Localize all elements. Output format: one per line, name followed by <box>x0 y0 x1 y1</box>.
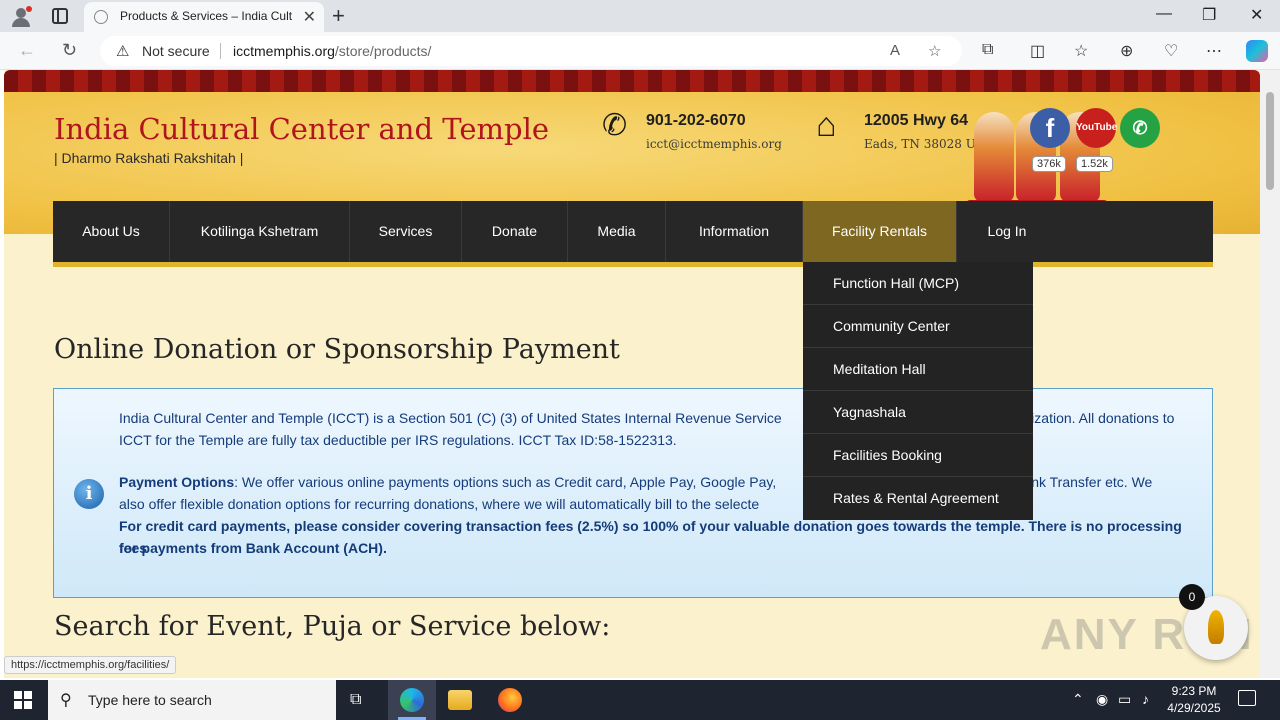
clock[interactable]: 9:23 PM 4/29/2025 <box>1164 683 1224 717</box>
search-icon: ⚲ <box>60 692 72 709</box>
address-line-1: 12005 Hwy 64 <box>864 112 969 129</box>
dropdown-yagnashala[interactable]: Yagnashala <box>803 391 1033 434</box>
page-title: Online Donation or Sponsorship Payment <box>54 334 620 365</box>
site-favicon-icon <box>94 10 108 24</box>
nav-kotilinga-kshetram[interactable]: Kotilinga Kshetram <box>170 201 350 262</box>
nav-log-in[interactable]: Log In <box>957 201 1057 262</box>
search-heading: Search for Event, Puja or Service below: <box>54 611 611 642</box>
tab-close-icon[interactable]: ✕ <box>303 7 316 27</box>
info-line-2: ICCT for the Temple are fully tax deduct… <box>119 432 677 448</box>
windows-taskbar: ⚲ Type here to search ⧉ ⌃ ◉ ▭ ♪ 9:23 PM … <box>0 680 1280 720</box>
payment-options-text: : We offer various online payments optio… <box>234 474 777 490</box>
dropdown-function-hall[interactable]: Function Hall (MCP) <box>803 262 1033 305</box>
favorite-star-icon[interactable]: ☆ <box>928 42 941 60</box>
file-explorer-icon[interactable] <box>448 690 472 710</box>
windows-start-icon[interactable] <box>14 691 32 709</box>
favorites-icon[interactable]: ☆ <box>1074 41 1088 61</box>
browser-tab[interactable]: Products & Services – India Cultu ✕ <box>84 2 324 32</box>
copilot-icon[interactable] <box>1246 40 1268 62</box>
dropdown-facilities-booking[interactable]: Facilities Booking <box>803 434 1033 477</box>
info-line-1: India Cultural Center and Temple (ICCT) … <box>119 407 1199 429</box>
nav-media[interactable]: Media <box>568 201 666 262</box>
info-icon: i <box>74 479 104 509</box>
browser-essentials-icon[interactable]: ♡ <box>1164 41 1178 61</box>
clock-time: 9:23 PM <box>1171 684 1217 698</box>
email-address[interactable]: icct@icctmemphis.org <box>646 137 782 151</box>
address-bar[interactable]: ⚠ Not secure icctmemphis.org/store/produ… <box>100 36 962 66</box>
taskbar-search-box[interactable]: ⚲ Type here to search <box>48 680 336 720</box>
restore-button[interactable]: ❐ <box>1202 5 1216 25</box>
volume-icon[interactable]: ♪ <box>1142 691 1149 707</box>
tab-title: Products & Services – India Cultu <box>120 9 292 23</box>
fee-note-line-2: for payments from Bank Account (ACH). <box>119 540 387 556</box>
payment-options-line: Payment Options: We offer various online… <box>119 471 1199 493</box>
warning-icon[interactable]: ⚠ <box>116 42 129 60</box>
dropdown-community-center[interactable]: Community Center <box>803 305 1033 348</box>
read-aloud-icon[interactable]: A <box>890 42 900 59</box>
facility-rentals-dropdown: Function Hall (MCP) Community Center Med… <box>803 262 1033 520</box>
decorative-top-stripe <box>4 70 1260 92</box>
nav-about-us[interactable]: About Us <box>53 201 170 262</box>
refresh-icon[interactable]: ↻ <box>62 40 77 61</box>
address-toolbar: ← ↻ ⚠ Not secure icctmemphis.org/store/p… <box>0 32 1280 70</box>
info-line-1-text: India Cultural Center and Temple (ICCT) … <box>119 410 782 426</box>
nav-donate[interactable]: Donate <box>462 201 568 262</box>
facebook-count: 376k <box>1032 156 1066 172</box>
browser-tab-bar: Products & Services – India Cultu ✕ + — … <box>0 0 1280 32</box>
site-tagline: | Dharmo Rakshati Rakshitah | <box>54 150 244 166</box>
facebook-icon[interactable]: f <box>1030 108 1070 148</box>
main-nav: About Us Kotilinga Kshetram Services Don… <box>53 201 1213 267</box>
web-page: India Cultural Center and Temple | Dharm… <box>4 70 1260 678</box>
notification-icon[interactable] <box>1238 690 1256 706</box>
firefox-icon[interactable] <box>498 688 522 712</box>
phone-number[interactable]: 901-202-6070 <box>646 112 746 130</box>
payment-options-label: Payment Options <box>119 474 235 490</box>
url-path: /store/products/ <box>334 43 432 59</box>
info-box: i India Cultural Center and Temple (ICCT… <box>53 388 1213 598</box>
payment-options-line-2: also offer flexible donation options for… <box>119 496 760 512</box>
tab-actions-icon[interactable] <box>52 8 68 24</box>
address-separator <box>220 43 221 59</box>
collections-icon[interactable]: ⊕ <box>1120 41 1133 61</box>
scrollbar-thumb[interactable] <box>1266 92 1274 190</box>
new-tab-button[interactable]: + <box>332 3 345 29</box>
nav-facility-rentals[interactable]: Facility Rentals <box>803 201 957 262</box>
url-domain: icctmemphis.org <box>233 43 335 59</box>
close-window-button[interactable]: ✕ <box>1250 5 1263 25</box>
home-icon: ⌂ <box>816 106 837 144</box>
page-scrollbar[interactable] <box>1260 70 1280 678</box>
meet-now-icon[interactable]: ◉ <box>1096 691 1108 708</box>
clock-date: 4/29/2025 <box>1167 701 1221 715</box>
youtube-icon[interactable]: YouTube <box>1076 108 1117 148</box>
minimize-button[interactable]: — <box>1156 5 1172 23</box>
profile-icon[interactable] <box>10 6 32 28</box>
more-menu-icon[interactable]: ⋯ <box>1206 41 1222 61</box>
split-screen-icon[interactable]: ◫ <box>1030 41 1045 61</box>
nav-services[interactable]: Services <box>350 201 462 262</box>
youtube-count: 1.52k <box>1076 156 1113 172</box>
info-line-1-tail: anization. All donations to <box>1015 410 1175 426</box>
dropdown-meditation-hall[interactable]: Meditation Hall <box>803 348 1033 391</box>
cart-count-badge[interactable]: 0 <box>1179 584 1205 610</box>
security-label[interactable]: Not secure <box>142 43 210 59</box>
extensions-icon[interactable]: ⧉ <box>982 41 993 59</box>
status-url: https://icctmemphis.org/facilities/ <box>4 656 177 674</box>
task-view-icon[interactable]: ⧉ <box>350 691 361 709</box>
show-hidden-icons-chevron-icon[interactable]: ⌃ <box>1072 691 1084 708</box>
edge-icon[interactable] <box>400 688 424 712</box>
back-icon[interactable]: ← <box>18 40 36 61</box>
taskbar-search-placeholder: Type here to search <box>88 692 212 708</box>
network-icon[interactable]: ▭ <box>1118 691 1131 708</box>
phone-icon: ✆ <box>602 109 628 142</box>
site-title[interactable]: India Cultural Center and Temple <box>54 112 549 146</box>
dropdown-rates-rental-agreement[interactable]: Rates & Rental Agreement <box>803 477 1033 520</box>
nav-information[interactable]: Information <box>666 201 803 262</box>
whatsapp-icon[interactable]: ✆ <box>1120 108 1160 148</box>
url-text[interactable]: icctmemphis.org/store/products/ <box>233 43 431 59</box>
